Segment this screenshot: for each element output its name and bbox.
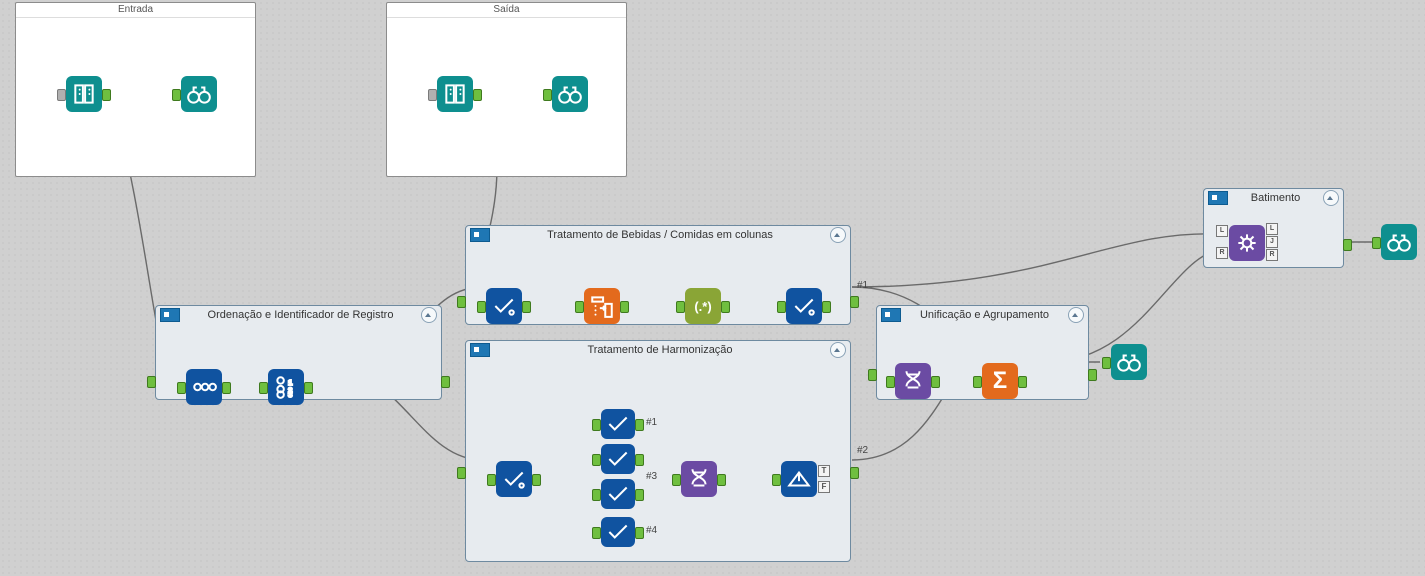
collapse-button[interactable] xyxy=(1068,307,1084,323)
text-to-columns-icon xyxy=(589,293,615,319)
port-label: #2 xyxy=(857,445,868,456)
join-icon xyxy=(1234,230,1260,256)
formula-node[interactable] xyxy=(601,409,635,439)
container-tab-icon xyxy=(470,228,490,242)
container-tab-icon xyxy=(881,308,901,322)
browse-node[interactable] xyxy=(1381,224,1417,260)
book-icon xyxy=(442,81,468,107)
collapse-button[interactable] xyxy=(830,342,846,358)
text-to-columns-node[interactable] xyxy=(584,288,620,324)
check-icon xyxy=(491,293,517,319)
check-icon xyxy=(605,519,631,545)
container-title: Tratamento de Harmonização xyxy=(496,344,824,356)
summarize-node[interactable]: Σ xyxy=(982,363,1018,399)
port-true: T xyxy=(818,465,830,477)
port-label: #4 xyxy=(646,525,657,536)
port-label: #3 xyxy=(646,471,657,482)
port-false: F xyxy=(818,481,830,493)
browse-node[interactable] xyxy=(181,76,217,112)
regex-label: (.*) xyxy=(694,299,711,314)
container-entrada[interactable]: Entrada xyxy=(15,2,256,177)
check-icon xyxy=(605,446,631,472)
select-node[interactable] xyxy=(786,288,822,324)
container-batimento[interactable]: Batimento L R L J R xyxy=(1203,188,1344,268)
sigma-label: Σ xyxy=(993,367,1007,395)
browse-node[interactable] xyxy=(1111,344,1147,380)
container-tab-icon xyxy=(470,343,490,357)
formula-node[interactable] xyxy=(601,517,635,547)
container-unificacao[interactable]: Unificação e Agrupamento Σ xyxy=(876,305,1089,400)
recordid-node[interactable]: 123 xyxy=(268,369,304,405)
sort-icon xyxy=(191,374,217,400)
port-right: R xyxy=(1216,247,1228,259)
check-icon xyxy=(605,481,631,507)
dna-icon xyxy=(686,466,712,492)
browse-node[interactable] xyxy=(552,76,588,112)
container-saida[interactable]: Saída xyxy=(386,2,627,177)
check-icon xyxy=(791,293,817,319)
binoculars-icon xyxy=(557,81,583,107)
collapse-button[interactable] xyxy=(830,227,846,243)
sample-node[interactable]: T F xyxy=(781,461,817,497)
join-node[interactable]: L R L J R xyxy=(1229,225,1265,261)
workflow-canvas[interactable]: Entrada Saída Ordenação e Identificador … xyxy=(0,0,1425,576)
collapse-button[interactable] xyxy=(421,307,437,323)
container-title: Unificação e Agrupamento xyxy=(907,309,1062,321)
binoculars-icon xyxy=(1116,349,1142,375)
container-title: Batimento xyxy=(1234,192,1317,204)
input-data-node[interactable] xyxy=(437,76,473,112)
svg-text:3: 3 xyxy=(288,390,292,399)
union-node[interactable] xyxy=(895,363,931,399)
generate-rows-node[interactable] xyxy=(681,461,717,497)
input-data-node[interactable] xyxy=(66,76,102,112)
container-title: Saída xyxy=(387,3,626,18)
container-tab-icon xyxy=(160,308,180,322)
port-label: #1 xyxy=(857,280,868,291)
port-left: L xyxy=(1216,225,1228,237)
container-title: Entrada xyxy=(16,3,255,18)
dna-icon xyxy=(900,368,926,394)
split-icon xyxy=(786,466,812,492)
container-tab-icon xyxy=(1208,191,1228,205)
container-title: Tratamento de Bebidas / Comidas em colun… xyxy=(496,229,824,241)
check-icon xyxy=(501,466,527,492)
collapse-button[interactable] xyxy=(1323,190,1339,206)
formula-node[interactable] xyxy=(601,444,635,474)
select-node[interactable] xyxy=(496,461,532,497)
book-icon xyxy=(71,81,97,107)
port-out-right: R xyxy=(1266,249,1278,261)
port-out-left: L xyxy=(1266,223,1278,235)
formula-node[interactable] xyxy=(601,479,635,509)
port-label: #1 xyxy=(646,417,657,428)
container-title: Ordenação e Identificador de Registro xyxy=(186,309,415,321)
sort-node[interactable] xyxy=(186,369,222,405)
select-node[interactable] xyxy=(486,288,522,324)
container-ordenacao[interactable]: Ordenação e Identificador de Registro 12… xyxy=(155,305,442,400)
recordid-icon: 123 xyxy=(273,374,299,400)
regex-node[interactable]: (.*) xyxy=(685,288,721,324)
port-out-join: J xyxy=(1266,236,1278,248)
check-icon xyxy=(605,411,631,437)
binoculars-icon xyxy=(1386,229,1412,255)
container-harmonizacao[interactable]: Tratamento de Harmonização #1 xyxy=(465,340,851,562)
container-bebidas[interactable]: Tratamento de Bebidas / Comidas em colun… xyxy=(465,225,851,325)
binoculars-icon xyxy=(186,81,212,107)
